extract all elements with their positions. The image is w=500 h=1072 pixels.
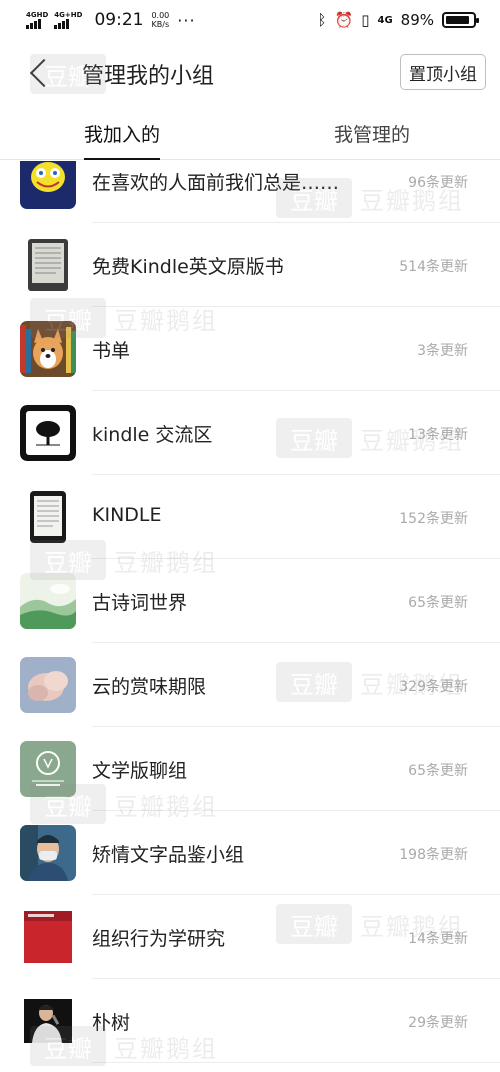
update-count: 96条更新 — [408, 175, 468, 191]
singer-photo-icon — [20, 993, 76, 1049]
battery-icon — [442, 12, 479, 28]
group-name: 古诗词世界 — [92, 592, 188, 614]
list-item[interactable]: KINDLE 152条更新 — [0, 475, 500, 559]
list-item[interactable]: 文学版聊组 65条更新 — [0, 727, 500, 811]
bluetooth-icon: ᛒ — [317, 11, 327, 29]
list-item[interactable]: 免费Kindle英文原版书 514条更新 — [0, 223, 500, 307]
update-count: 65条更新 — [408, 763, 468, 779]
speed-unit: KB/s — [151, 20, 170, 29]
red-book-cover-icon — [20, 909, 76, 965]
update-count: 329条更新 — [399, 679, 468, 695]
kindle-tree-logo-icon — [20, 405, 76, 461]
more-notifications-icon: ··· — [177, 10, 196, 30]
list-item[interactable]: 朴树 29条更新 — [0, 979, 500, 1063]
group-name: 书单 — [92, 340, 131, 362]
tab-joined[interactable]: 我加入的 — [84, 120, 161, 160]
page-title: 管理我的小组 — [82, 64, 215, 89]
alarm-icon: ⏰ — [334, 11, 354, 29]
group-list: 在喜欢的人面前我们总是…… 96条更新 免费Kindle英文原版书 514条更新… — [0, 161, 500, 1072]
group-name: 组织行为学研究 — [92, 928, 226, 950]
clock: 09:21 — [94, 10, 144, 30]
group-name: 矫情文字品鉴小组 — [92, 844, 245, 866]
list-item[interactable]: 在喜欢的人面前我们总是…… 96条更新 — [0, 161, 500, 223]
update-count: 13条更新 — [408, 427, 468, 443]
corgi-bookshelf-icon — [20, 321, 76, 377]
group-name: KINDLE — [92, 504, 162, 526]
kindle-device-icon — [20, 237, 76, 293]
landscape-icon — [20, 573, 76, 629]
list-item[interactable]: 古诗词世界 65条更新 — [0, 559, 500, 643]
sim1-signal: 4GHD — [26, 11, 48, 29]
signal-bars-icon — [54, 19, 70, 29]
nav-bar: 管理我的小组 置顶小组 — [0, 44, 500, 102]
tab-managed[interactable]: 我管理的 — [334, 120, 410, 147]
update-count: 152条更新 — [399, 511, 468, 527]
update-count: 65条更新 — [408, 595, 468, 611]
signal-bars-icon — [26, 19, 41, 29]
sim2-signal: 4G+HD — [54, 11, 82, 29]
spongebob-icon — [20, 161, 76, 209]
status-bar: 4GHD 4G+HD 09:21 0.00 KB/s ··· ᛒ ⏰ ▯ 4G … — [0, 0, 500, 40]
speed-value: 0.00 — [151, 11, 170, 20]
battery-percent: 89% — [400, 11, 434, 29]
group-name: 免费Kindle英文原版书 — [92, 256, 284, 278]
group-name: 朴树 — [92, 1012, 131, 1034]
literature-badge-icon — [20, 741, 76, 797]
network-type: 4G — [377, 14, 393, 26]
network-speed: 0.00 KB/s — [151, 11, 169, 29]
list-item[interactable]: 组织行为学研究 14条更新 — [0, 895, 500, 979]
battery-fill — [446, 16, 470, 24]
update-count: 3条更新 — [417, 343, 468, 359]
status-right: ᛒ ⏰ ▯ 4G 89% — [317, 11, 479, 29]
tab-bar: 我加入的 我管理的 — [0, 108, 500, 160]
update-count: 29条更新 — [408, 1015, 468, 1031]
sim1-label: 4GHD — [26, 11, 49, 19]
group-name: 在喜欢的人面前我们总是…… — [92, 172, 340, 194]
group-name: kindle 交流区 — [92, 424, 213, 446]
group-name: 云的赏味期限 — [92, 676, 207, 698]
kindle-paperwhite-icon — [20, 489, 76, 545]
masked-person-icon — [20, 825, 76, 881]
back-arrow-icon[interactable] — [26, 56, 56, 90]
sim2-label: 4G+HD — [54, 11, 83, 19]
update-count: 198条更新 — [399, 847, 468, 863]
vibrate-icon: ▯ — [361, 11, 370, 29]
update-count: 14条更新 — [408, 931, 468, 947]
group-name: 文学版聊组 — [92, 760, 188, 782]
list-item[interactable]: kindle 交流区 13条更新 — [0, 391, 500, 475]
list-item[interactable]: 云的赏味期限 329条更新 — [0, 643, 500, 727]
pin-groups-button[interactable]: 置顶小组 — [400, 54, 486, 90]
update-count: 514条更新 — [399, 259, 468, 275]
list-item[interactable]: 矫情文字品鉴小组 198条更新 — [0, 811, 500, 895]
cloud-icon — [20, 657, 76, 713]
list-item[interactable]: 书单 3条更新 — [0, 307, 500, 391]
